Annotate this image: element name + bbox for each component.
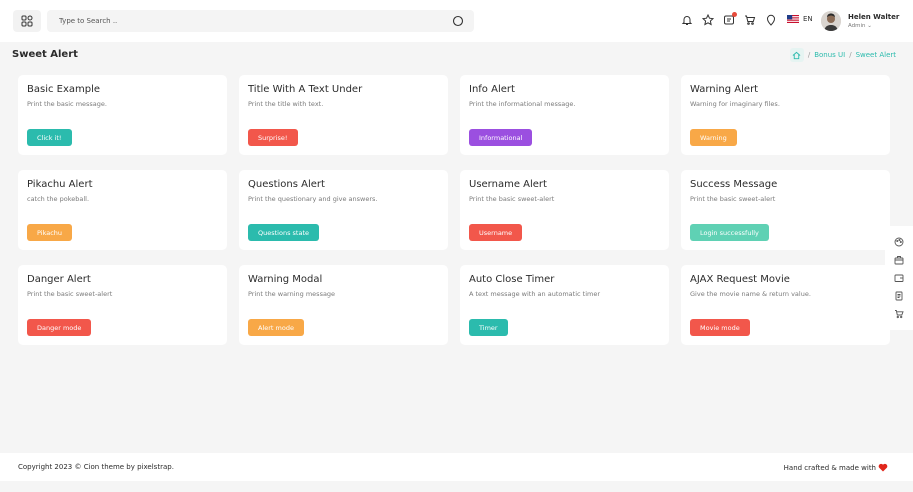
card-subtitle: Print the informational message. — [469, 100, 576, 108]
search-input[interactable] — [59, 10, 439, 32]
chevron-down-icon: ⌄ — [867, 23, 872, 29]
messages-button[interactable] — [722, 12, 737, 27]
card-title: Title With A Text Under — [248, 84, 363, 95]
card-subtitle: catch the pokeball. — [27, 195, 90, 203]
bookmark-button[interactable] — [701, 13, 715, 27]
page-footer: Copyright 2023 © Cion theme by pixelstra… — [0, 453, 913, 481]
card-title: Danger Alert — [27, 274, 91, 285]
card-subtitle: Print the warning message — [248, 290, 336, 298]
movie-mode-button[interactable]: Movie mode — [690, 319, 750, 336]
card-warning-modal: Warning Modal Print the warning message … — [239, 265, 448, 345]
card-basic-example: Basic Example Print the basic message. C… — [18, 75, 227, 155]
informational-button[interactable]: Informational — [469, 129, 533, 146]
footer-copyright: Copyright 2023 © Cion theme by pixelstra… — [18, 463, 174, 471]
card-username-alert: Username Alert Print the basic sweet-ale… — [460, 170, 669, 250]
card-subtitle: Print the basic message. — [27, 100, 107, 108]
box-icon — [894, 255, 903, 264]
messages-badge-dot — [732, 12, 737, 17]
shop-button[interactable] — [893, 308, 904, 319]
card-subtitle: Print the basic sweet-alert — [469, 195, 555, 203]
card-title: Basic Example — [27, 84, 101, 95]
user-avatar-icon — [821, 11, 841, 31]
page-title: Sweet Alert — [12, 49, 78, 60]
bell-icon — [681, 16, 693, 25]
language-label: EN — [803, 15, 813, 23]
card-ajax-request-movie: AJAX Request Movie Give the movie name &… — [681, 265, 890, 345]
cart-icon — [745, 15, 756, 25]
card-title: Questions Alert — [248, 179, 325, 190]
palette-icon — [894, 237, 903, 246]
card-subtitle: Print the basic sweet-alert — [27, 290, 113, 298]
star-icon — [702, 14, 714, 26]
card-subtitle: Print the basic sweet-alert — [690, 195, 776, 203]
warning-button[interactable]: Warning — [690, 129, 737, 146]
timer-button[interactable]: Timer — [469, 319, 508, 336]
pikachu-button[interactable]: Pikachu — [27, 224, 73, 241]
breadcrumb-separator: / — [807, 51, 811, 59]
side-toolbar — [885, 226, 913, 330]
card-warning-alert: Warning Alert Warning for imaginary file… — [681, 75, 890, 155]
search-bar — [47, 10, 474, 32]
breadcrumb-home-link[interactable] — [789, 48, 804, 62]
card-questions-alert: Questions Alert Print the questionary an… — [239, 170, 448, 250]
card-subtitle: A text message with an automatic timer — [469, 290, 601, 298]
top-header: EN Helen Walter Admin ⌄ — [0, 0, 913, 42]
notification-button[interactable] — [680, 13, 694, 27]
home-icon — [792, 51, 801, 59]
card-pikachu-alert: Pikachu Alert catch the pokeball. Pikach… — [18, 170, 227, 250]
alert-mode-button[interactable]: Alert mode — [248, 319, 304, 336]
user-role[interactable]: Admin ⌄ — [848, 23, 872, 29]
wallet-icon — [894, 274, 903, 282]
card-subtitle: Print the title with text. — [248, 100, 324, 108]
surprise-button[interactable]: Surprise! — [248, 129, 298, 146]
breadcrumb: / Bonus UI / Sweet Alert — [789, 48, 896, 62]
customizer-button[interactable] — [893, 236, 904, 247]
card-title: Warning Alert — [690, 84, 759, 95]
footer-crafted: Hand crafted & made with — [784, 463, 888, 472]
breadcrumb-item-bonus-ui[interactable]: Bonus UI — [814, 51, 845, 59]
breadcrumb-item-sweet-alert[interactable]: Sweet Alert — [856, 51, 896, 59]
cart-icon — [894, 309, 904, 318]
username-button[interactable]: Username — [469, 224, 523, 241]
grid-icon — [21, 15, 33, 27]
card-danger-alert: Danger Alert Print the basic sweet-alert… — [18, 265, 227, 345]
avatar[interactable] — [821, 11, 841, 31]
card-title: Info Alert — [469, 84, 515, 95]
card-title: Username Alert — [469, 179, 547, 190]
card-title: AJAX Request Movie — [690, 274, 790, 285]
questions-state-button[interactable]: Questions state — [248, 224, 319, 241]
card-title: Auto Close Timer — [469, 274, 555, 285]
footer-crafted-text: Hand crafted & made with — [783, 463, 876, 472]
card-info-alert: Info Alert Print the informational messa… — [460, 75, 669, 155]
login-successfully-button[interactable]: Login successfully — [690, 224, 769, 241]
document-icon — [895, 291, 902, 300]
user-role-label: Admin — [848, 23, 866, 29]
heart-icon — [878, 463, 888, 472]
card-title: Warning Modal — [248, 274, 323, 285]
card-subtitle: Give the movie name & return value. — [690, 290, 811, 298]
cart-button[interactable] — [743, 13, 757, 27]
language-selector[interactable]: EN — [787, 15, 813, 23]
click-it-button[interactable]: Click it! — [27, 129, 72, 146]
card-auto-close-timer: Auto Close Timer A text message with an … — [460, 265, 669, 345]
location-icon — [766, 14, 776, 26]
us-flag-icon — [787, 15, 799, 23]
checkout-button[interactable] — [893, 254, 904, 265]
card-title: Success Message — [690, 179, 778, 190]
card-title-with-text: Title With A Text Under Print the title … — [239, 75, 448, 155]
card-subtitle: Print the questionary and give answers. — [248, 195, 378, 203]
card-title: Pikachu Alert — [27, 179, 93, 190]
search-icon[interactable] — [452, 15, 464, 27]
user-name[interactable]: Helen Walter — [848, 13, 899, 21]
danger-mode-button[interactable]: Danger mode — [27, 319, 92, 336]
breadcrumb-separator: / — [849, 51, 852, 59]
grid-menu-button[interactable] — [13, 10, 41, 32]
location-button[interactable] — [764, 13, 778, 27]
wallet-button[interactable] — [893, 272, 904, 283]
card-success-message: Success Message Print the basic sweet-al… — [681, 170, 890, 250]
card-subtitle: Warning for imaginary files. — [690, 100, 780, 108]
document-button[interactable] — [893, 290, 904, 301]
